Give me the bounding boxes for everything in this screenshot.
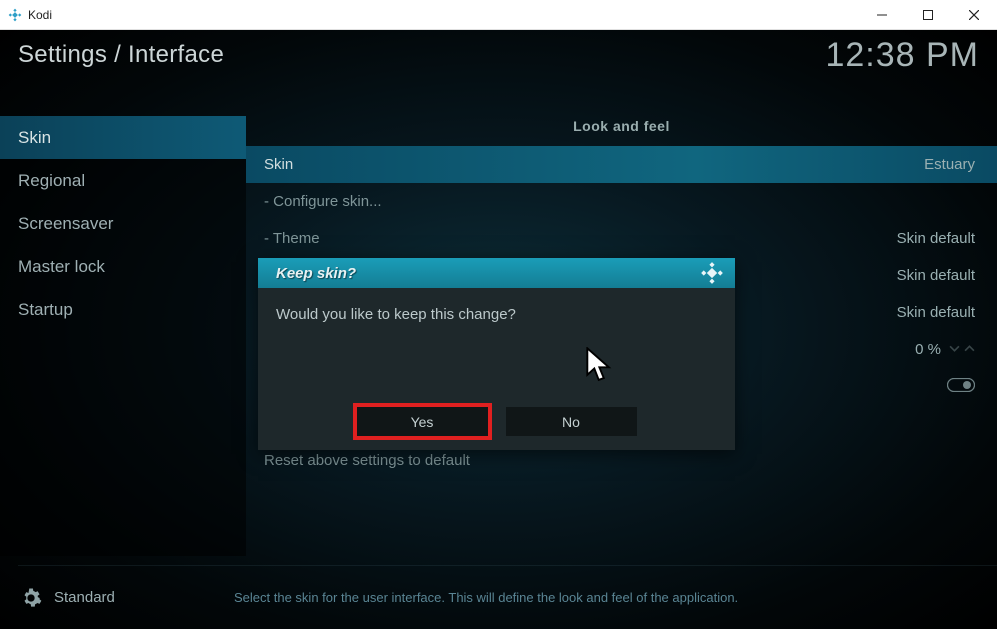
sidebar: Skin Regional Screensaver Master lock St… bbox=[0, 116, 246, 556]
maximize-button[interactable] bbox=[905, 0, 951, 30]
chevron-down-icon[interactable] bbox=[949, 341, 960, 358]
setting-value: Estuary bbox=[924, 156, 975, 173]
gear-icon[interactable] bbox=[20, 587, 42, 609]
header: Settings / Interface 12:38 PM bbox=[0, 30, 997, 80]
dialog-title-text: Keep skin? bbox=[276, 265, 356, 282]
button-label: Yes bbox=[411, 414, 434, 430]
sidebar-item-regional[interactable]: Regional bbox=[0, 159, 246, 202]
sidebar-item-label: Master lock bbox=[18, 257, 105, 277]
setting-label: - Configure skin... bbox=[264, 193, 975, 210]
button-label: No bbox=[562, 414, 580, 430]
sidebar-item-label: Regional bbox=[18, 171, 85, 191]
toggle-off-icon[interactable] bbox=[947, 378, 975, 396]
keep-skin-dialog: Keep skin? Would you like to keep this c… bbox=[258, 258, 735, 450]
no-button[interactable]: No bbox=[506, 407, 637, 436]
settings-level[interactable]: Standard bbox=[54, 589, 234, 606]
window-titlebar: Kodi bbox=[0, 0, 997, 30]
setting-configure-skin[interactable]: - Configure skin... bbox=[246, 183, 997, 220]
sidebar-item-screensaver[interactable]: Screensaver bbox=[0, 202, 246, 245]
window-title: Kodi bbox=[28, 8, 52, 22]
sidebar-item-label: Startup bbox=[18, 300, 73, 320]
close-button[interactable] bbox=[951, 0, 997, 30]
setting-value: 0 % bbox=[915, 341, 941, 358]
sidebar-item-skin[interactable]: Skin bbox=[0, 116, 246, 159]
dialog-message: Would you like to keep this change? bbox=[258, 288, 735, 341]
help-text: Select the skin for the user interface. … bbox=[234, 590, 738, 605]
setting-label: - Theme bbox=[264, 230, 897, 247]
app-root: Settings / Interface 12:38 PM Skin Regio… bbox=[0, 30, 997, 629]
footer: Standard Select the skin for the user in… bbox=[0, 566, 997, 629]
kodi-logo-icon bbox=[701, 262, 723, 289]
clock: 12:38 PM bbox=[825, 36, 979, 75]
sidebar-item-startup[interactable]: Startup bbox=[0, 288, 246, 331]
dialog-button-row: Yes No bbox=[258, 407, 735, 436]
setting-theme[interactable]: - Theme Skin default bbox=[246, 220, 997, 257]
sidebar-item-masterlock[interactable]: Master lock bbox=[0, 245, 246, 288]
yes-button[interactable]: Yes bbox=[357, 407, 488, 436]
setting-label: Skin bbox=[264, 156, 924, 173]
sidebar-item-label: Screensaver bbox=[18, 214, 113, 234]
sidebar-item-label: Skin bbox=[18, 128, 51, 148]
setting-label: Reset above settings to default bbox=[264, 452, 975, 469]
setting-value: Skin default bbox=[897, 304, 975, 321]
chevron-up-icon[interactable] bbox=[964, 341, 975, 358]
minimize-button[interactable] bbox=[859, 0, 905, 30]
dialog-title: Keep skin? bbox=[258, 258, 735, 288]
breadcrumb: Settings / Interface bbox=[18, 41, 224, 69]
zoom-spinner[interactable]: 0 % bbox=[915, 341, 975, 358]
kodi-logo-icon bbox=[8, 8, 22, 22]
setting-value: Skin default bbox=[897, 267, 975, 284]
section-title: Look and feel bbox=[246, 116, 997, 146]
setting-skin[interactable]: Skin Estuary bbox=[246, 146, 997, 183]
setting-value: Skin default bbox=[897, 230, 975, 247]
